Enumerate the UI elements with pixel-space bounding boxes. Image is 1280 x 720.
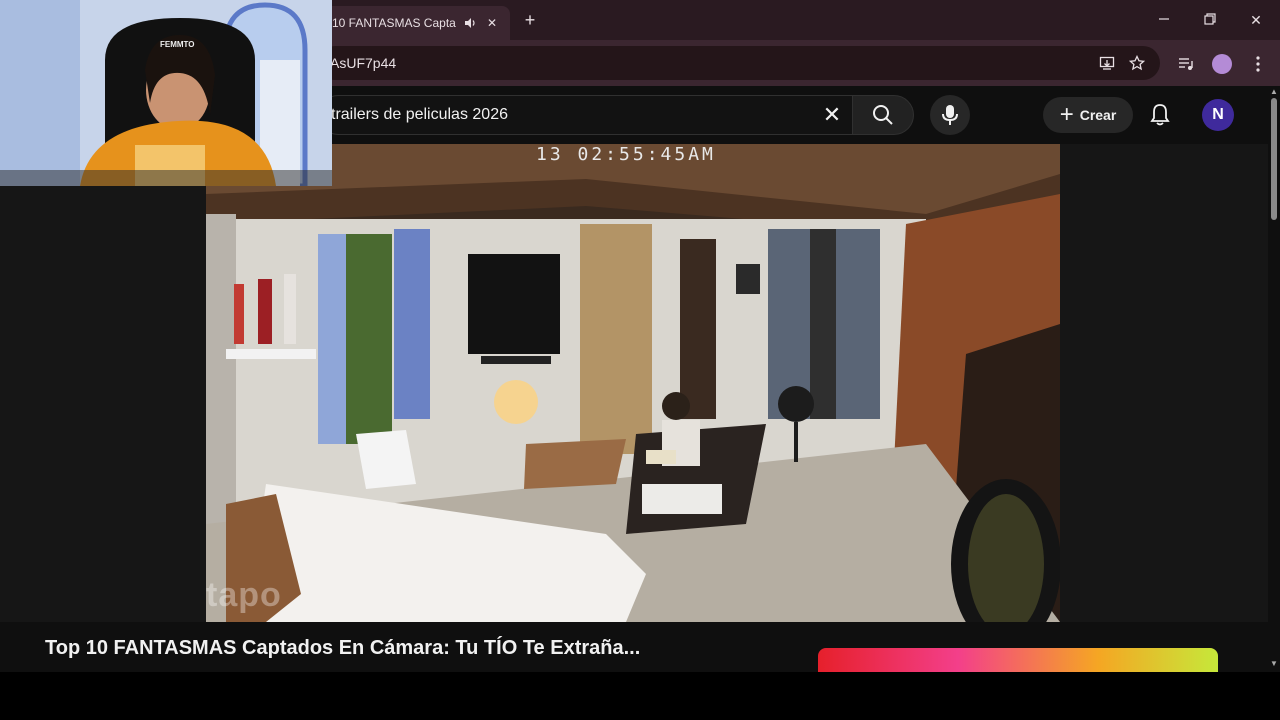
scroll-down-arrow-icon[interactable]: ▼ xyxy=(1270,660,1278,668)
speaker-icon[interactable] xyxy=(462,15,478,31)
browser-tab-active[interactable]: 10 FANTASMAS Captad ✕ xyxy=(318,6,510,40)
screen-bottom-bar xyxy=(0,672,1280,720)
scrollbar-thumb[interactable] xyxy=(1271,98,1277,220)
close-window-icon[interactable]: ✕ xyxy=(1246,10,1266,30)
profile-icon[interactable] xyxy=(1211,53,1233,75)
bell-icon xyxy=(1150,104,1170,126)
notifications-button[interactable] xyxy=(1146,101,1174,129)
webcam-feed-image xyxy=(0,0,332,186)
chair-brand-text: FEMMTO xyxy=(160,40,195,49)
install-app-icon[interactable] xyxy=(1096,52,1118,74)
search-query: trailers de peliculas 2026 xyxy=(331,106,508,123)
voice-search-button[interactable] xyxy=(930,95,970,135)
player-letterbox-right xyxy=(1060,144,1268,622)
create-button[interactable]: + Crear xyxy=(1043,97,1133,133)
cctv-living-room-scene xyxy=(206,144,1060,622)
minimize-icon[interactable] xyxy=(1154,10,1174,30)
close-tab-icon[interactable]: ✕ xyxy=(484,15,500,31)
video-player[interactable]: 13 02:55:45AM tapo xyxy=(0,144,1268,622)
media-control-icon[interactable] xyxy=(1175,53,1197,75)
bookmark-star-icon[interactable] xyxy=(1126,52,1148,74)
search-button[interactable] xyxy=(852,95,914,135)
cctv-timestamp: 13 02:55:45AM xyxy=(536,144,716,165)
search-input[interactable]: trailers de peliculas 2026 ✕ xyxy=(318,95,852,135)
camera-watermark: tapo xyxy=(206,576,282,614)
video-frame[interactable]: 13 02:55:45AM tapo xyxy=(206,144,1060,622)
new-tab-button[interactable]: + xyxy=(520,10,540,30)
microphone-icon xyxy=(942,105,958,125)
video-title: Top 10 FANTASMAS Captados En Cámara: Tu … xyxy=(45,637,641,659)
search-icon xyxy=(873,105,893,125)
plus-icon: + xyxy=(1059,101,1074,128)
clear-search-icon[interactable]: ✕ xyxy=(812,95,852,135)
player-letterbox-left xyxy=(0,144,206,622)
tab-title: 10 FANTASMAS Captad xyxy=(332,16,456,30)
page-scrollbar[interactable]: ▲ ▼ xyxy=(1268,86,1280,672)
scroll-up-arrow-icon[interactable]: ▲ xyxy=(1270,88,1278,96)
create-label: Crear xyxy=(1079,107,1117,123)
promo-banner[interactable] xyxy=(818,648,1218,672)
profile-avatar xyxy=(1212,54,1232,74)
address-bar[interactable]: AsUF7p44 xyxy=(318,46,1160,80)
screen: 10 FANTASMAS Captad ✕ + ✕ AsUF7p44 trail… xyxy=(0,0,1280,720)
browser-menu-icon[interactable] xyxy=(1247,53,1269,75)
account-avatar[interactable]: N xyxy=(1202,99,1234,131)
streamer-webcam-overlay: FEMMTO xyxy=(0,0,332,186)
url-text: AsUF7p44 xyxy=(330,55,397,71)
restore-icon[interactable] xyxy=(1200,10,1220,30)
